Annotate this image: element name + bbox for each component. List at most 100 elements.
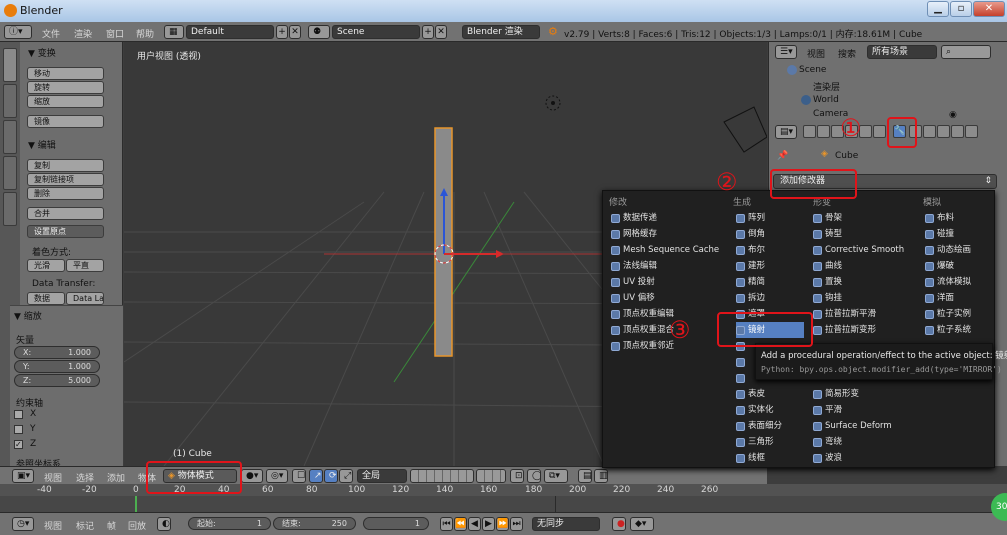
menu-item-mesh-cache[interactable]: 网格缓存 <box>611 226 721 242</box>
menu-item-data-transfer[interactable]: 数据传递 <box>611 210 721 226</box>
menu-item-uv-project[interactable]: UV 投射 <box>611 274 721 290</box>
outliner-menu-view[interactable]: 视图 <box>807 47 825 60</box>
editor-type-button[interactable]: ⓘ▾ <box>4 25 32 39</box>
menu-item-vertex-weight-edit[interactable]: 顶点权重编辑 <box>611 306 721 322</box>
menu-item-laplacian-smooth[interactable]: 拉普拉斯平滑 <box>813 306 918 322</box>
outliner-editor-type-button[interactable]: ☰▾ <box>775 45 797 59</box>
menu-item-decimate[interactable]: 精简 <box>736 274 806 290</box>
pin-icon[interactable]: 📌 <box>777 151 788 161</box>
constraints-tab-icon[interactable] <box>873 125 886 138</box>
maximize-button[interactable]: ▫ <box>950 1 972 17</box>
play-button[interactable]: ▶ <box>482 517 495 531</box>
menu-item-explode[interactable]: 爆破 <box>925 258 993 274</box>
shade-flat-button[interactable]: 平直 <box>66 259 104 272</box>
proportional-edit-button[interactable]: ◯ <box>527 469 541 483</box>
transform-orientation-selector[interactable]: 全局 <box>357 469 407 483</box>
vp-menu-view[interactable]: 视图 <box>44 471 62 484</box>
scene-add-button[interactable]: + <box>422 25 434 39</box>
layout-remove-button[interactable]: ✕ <box>289 25 301 39</box>
shading-mode-button[interactable]: ●▾ <box>241 469 263 483</box>
keying-set-button[interactable]: ◆▾ <box>630 517 654 531</box>
menu-item-particle-system[interactable]: 粒子系统 <box>925 322 993 338</box>
layer-buttons-2[interactable] <box>476 469 506 483</box>
menu-item-triangulate[interactable]: 三角形 <box>736 434 806 450</box>
menu-item-skin[interactable]: 表皮 <box>736 386 806 402</box>
tab-create[interactable] <box>3 84 17 118</box>
tl-menu-playback[interactable]: 回放 <box>128 519 146 532</box>
render-engine-selector[interactable]: Blender 渲染 <box>462 25 540 39</box>
close-button[interactable]: ✕ <box>973 1 1005 17</box>
layout-selector[interactable]: Default <box>186 25 274 39</box>
constraint-y-checkbox[interactable] <box>14 425 23 434</box>
opengl-render-button[interactable]: ▥ <box>594 469 608 483</box>
sync-mode-selector[interactable]: 无同步 <box>532 517 600 531</box>
outliner-item-world[interactable]: World <box>813 95 839 105</box>
visibility-eye-icon[interactable]: ◉ <box>949 110 957 120</box>
layout-icon-button[interactable]: ▦ <box>164 25 184 39</box>
scene-icon-button[interactable]: ⚉ <box>308 25 330 39</box>
menu-item-vertex-weight-mix[interactable]: 顶点权重混合 <box>611 322 721 338</box>
menu-item-corrective-smooth[interactable]: Corrective Smooth <box>813 242 918 258</box>
menu-item-screw[interactable] <box>736 370 756 386</box>
transform-panel-title[interactable]: ▼ 变换 <box>28 46 56 59</box>
shade-smooth-button[interactable]: 光滑 <box>27 259 65 272</box>
scale-z-field[interactable]: Z: 5.000 <box>14 374 100 387</box>
current-frame-field[interactable]: 1 <box>363 517 429 530</box>
viewport-editor-type-button[interactable]: ▣▾ <box>12 469 34 483</box>
lock-layer-button[interactable]: ⊡ <box>510 469 524 483</box>
outliner-filter-selector[interactable]: 所有场景 <box>867 45 937 59</box>
menu-item-curve[interactable]: 曲线 <box>813 258 918 274</box>
vp-menu-select[interactable]: 选择 <box>76 471 94 484</box>
play-reverse-button[interactable]: ◀ <box>468 517 481 531</box>
tl-menu-view[interactable]: 视图 <box>44 519 62 532</box>
outliner-search-field[interactable]: ⌕ <box>941 45 991 59</box>
data-transfer-layout-button[interactable]: Data La <box>66 292 104 305</box>
preview-range-button[interactable]: ◐ <box>157 517 171 531</box>
menu-item-normal-edit[interactable]: 法线编辑 <box>611 258 721 274</box>
outliner-item-renderlayers[interactable]: 渲染层 <box>813 80 840 93</box>
menu-item-vertex-weight-proximity[interactable]: 顶点权重邻近 <box>611 338 721 354</box>
minimize-button[interactable]: ▁ <box>927 1 949 17</box>
next-keyframe-button[interactable]: ⏩ <box>496 517 509 531</box>
tab-animation[interactable] <box>3 156 17 190</box>
menu-item-warp[interactable]: 弯绕 <box>813 434 918 450</box>
menu-item-subdivision-surface[interactable]: 表面细分 <box>736 418 806 434</box>
translate-button[interactable]: 移动 <box>27 67 104 80</box>
menu-item-collision[interactable]: 碰撞 <box>925 226 993 242</box>
scale-y-field[interactable]: Y: 1.000 <box>14 360 100 373</box>
duplicate-button[interactable]: 复制 <box>27 159 104 172</box>
scale-manipulator[interactable]: ⤢ <box>339 469 353 483</box>
menu-item-bevel[interactable]: 倒角 <box>736 226 806 242</box>
menu-item-smooth[interactable]: 平滑 <box>813 402 918 418</box>
menu-item-mesh-sequence-cache[interactable]: Mesh Sequence Cache <box>611 242 731 258</box>
outliner-menu-search[interactable]: 搜索 <box>838 47 856 60</box>
render-layers-tab-icon[interactable] <box>817 125 830 138</box>
scale-x-field[interactable]: X: 1.000 <box>14 346 100 359</box>
menu-item-dynamic-paint[interactable]: 动态绘画 <box>925 242 993 258</box>
join-button[interactable]: 合并 <box>27 207 104 220</box>
set-origin-button[interactable]: 设置原点 <box>27 225 104 238</box>
rotate-manipulator[interactable]: ⟳ <box>324 469 338 483</box>
menu-item-remesh[interactable] <box>736 354 756 370</box>
record-button[interactable]: ● <box>612 517 626 531</box>
layout-add-button[interactable]: + <box>276 25 288 39</box>
translate-manipulator[interactable]: ↗ <box>309 469 323 483</box>
menu-item-wave[interactable]: 波浪 <box>813 450 918 466</box>
menu-help[interactable]: 帮助 <box>136 27 154 40</box>
menu-item-fluid[interactable]: 流体模拟 <box>925 274 993 290</box>
pivot-button[interactable]: ◎▾ <box>266 469 288 483</box>
start-frame-field[interactable]: 起始: 1 <box>188 517 271 530</box>
tl-menu-marker[interactable]: 标记 <box>76 519 94 532</box>
menu-window[interactable]: 窗口 <box>106 27 124 40</box>
menu-item-particle-instance[interactable]: 粒子实例 <box>925 306 993 322</box>
snap-button[interactable]: ⧉▾ <box>544 469 568 483</box>
duplicate-linked-button[interactable]: 复制链接项 <box>27 173 104 186</box>
prev-keyframe-button[interactable]: ⏪ <box>454 517 467 531</box>
particles-tab-icon[interactable] <box>951 125 964 138</box>
menu-item-build[interactable]: 建形 <box>736 258 806 274</box>
texture-tab-icon[interactable] <box>937 125 950 138</box>
tl-menu-frame[interactable]: 帧 <box>107 519 116 532</box>
manipulator-toggle[interactable]: ☐ <box>292 469 306 483</box>
delete-button[interactable]: 删除 <box>27 187 104 200</box>
vp-menu-add[interactable]: 添加 <box>107 471 125 484</box>
